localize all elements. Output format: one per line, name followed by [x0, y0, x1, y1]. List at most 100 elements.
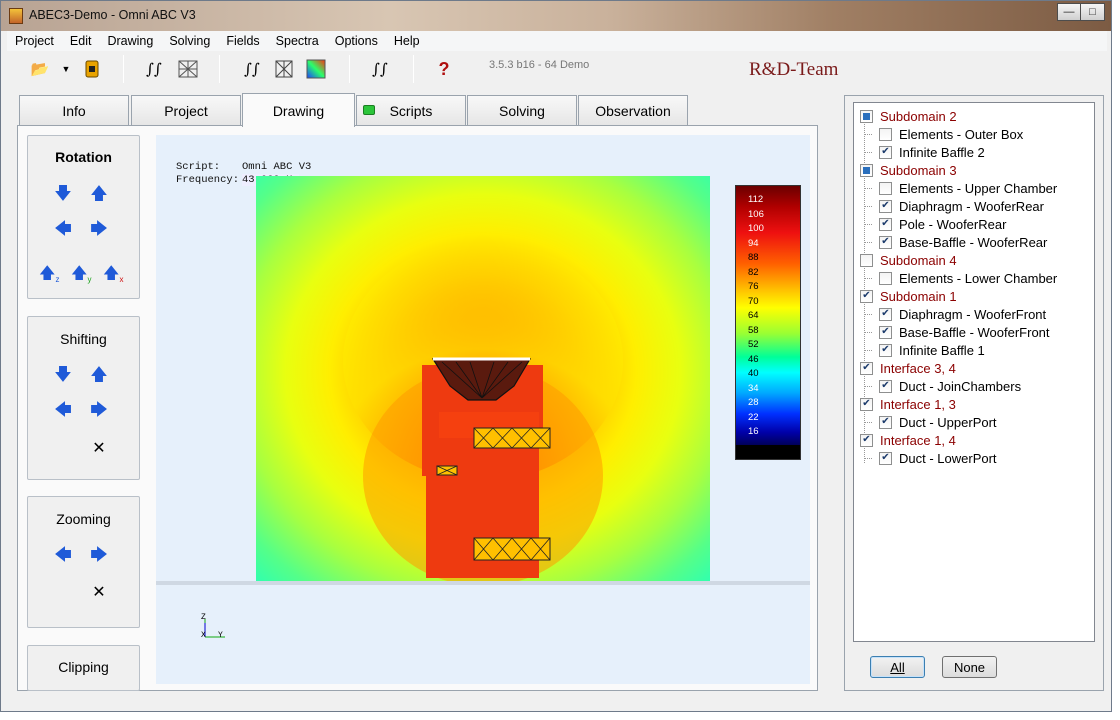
- solve-integral-icon[interactable]: ∫∫: [143, 58, 165, 80]
- color-scale-legend: 112 106 100 94 88 82 76 70 64 58 52 46 4…: [735, 185, 801, 460]
- shift-right-icon[interactable]: 🡆: [90, 400, 108, 420]
- shift-reset-icon[interactable]: ✕: [90, 439, 108, 457]
- open-folder-icon[interactable]: 📂: [29, 58, 51, 80]
- menu-fields[interactable]: Fields: [218, 34, 267, 48]
- tree-group-item[interactable]: ✔ Interface 3, 4: [860, 359, 956, 377]
- menu-project[interactable]: Project: [7, 34, 62, 48]
- tree-group-item[interactable]: ✔ Subdomain 1: [860, 287, 957, 305]
- tree-checkbox[interactable]: ✔: [879, 415, 892, 429]
- dropdown-arrow-icon[interactable]: ▼: [55, 58, 77, 80]
- menu-help[interactable]: Help: [386, 34, 428, 48]
- shift-down-icon[interactable]: 🡇: [54, 365, 72, 385]
- menu-options[interactable]: Options: [327, 34, 386, 48]
- tree-child-item[interactable]: ✔ Base-Baffle - WooferFront: [864, 323, 1050, 341]
- tab-scripts[interactable]: Scripts: [356, 95, 466, 125]
- rotate-up-icon[interactable]: 🡅: [90, 184, 108, 204]
- menu-drawing[interactable]: Drawing: [99, 34, 161, 48]
- tree-child-item[interactable]: ✔ Duct - JoinChambers: [864, 377, 1021, 395]
- scale-tick: 40: [748, 368, 759, 379]
- tab-info[interactable]: Info: [19, 95, 129, 125]
- tree-checkbox[interactable]: [879, 271, 892, 285]
- tree-child-item[interactable]: Elements - Outer Box: [864, 125, 1023, 143]
- zoom-in-icon[interactable]: 🡆: [90, 545, 108, 565]
- tree-checkbox[interactable]: ✔: [879, 235, 892, 249]
- tree-checkbox[interactable]: ✔: [860, 361, 873, 375]
- rotate-x-icon[interactable]: 🡅x: [103, 262, 127, 284]
- rotate-right-icon[interactable]: 🡆: [90, 219, 108, 239]
- minimize-button[interactable]: —: [1057, 3, 1081, 21]
- tree-child-item[interactable]: ✔ Base-Baffle - WooferRear: [864, 233, 1047, 251]
- title-bar[interactable]: ABEC3-Demo - Omni ABC V3 — □: [1, 1, 1111, 31]
- mesh-icon[interactable]: [177, 58, 199, 80]
- help-question-icon[interactable]: ?: [433, 58, 455, 80]
- tree-checkbox[interactable]: ✔: [879, 325, 892, 339]
- rotate-down-icon[interactable]: 🡇: [54, 184, 72, 204]
- tree-checkbox[interactable]: ✔: [879, 307, 892, 321]
- tree-group-item[interactable]: ✔ Interface 1, 4: [860, 431, 956, 449]
- observation-integral-icon[interactable]: ∫∫: [369, 58, 391, 80]
- tree-checkbox[interactable]: ✔: [879, 343, 892, 357]
- tree-child-item[interactable]: ✔ Infinite Baffle 2: [864, 143, 985, 161]
- tree-checkbox[interactable]: [860, 109, 873, 123]
- rotate-y-icon[interactable]: 🡅y: [71, 262, 95, 284]
- tree-item-label: Subdomain 3: [880, 162, 957, 178]
- zooming-group: Zooming 🡄 🡆 ✕: [27, 496, 140, 628]
- zoom-reset-icon[interactable]: ✕: [90, 583, 108, 601]
- grid-icon[interactable]: [273, 58, 295, 80]
- tree-child-item[interactable]: ✔ Infinite Baffle 1: [864, 341, 985, 359]
- spectra-integral-icon[interactable]: ∫∫: [241, 58, 263, 80]
- tree-child-item[interactable]: ✔ Duct - LowerPort: [864, 449, 997, 467]
- object-tree-panel: Subdomain 2 Elements - Outer Box ✔ Infinite…: [844, 95, 1104, 691]
- tab-solving[interactable]: Solving: [467, 95, 577, 125]
- tree-child-item[interactable]: ✔ Diaphragm - WooferRear: [864, 197, 1044, 215]
- save-project-icon[interactable]: [81, 58, 103, 80]
- select-none-button[interactable]: None: [942, 656, 997, 678]
- tree-checkbox[interactable]: ✔: [879, 199, 892, 213]
- tree-child-item[interactable]: ✔ Pole - WooferRear: [864, 215, 1006, 233]
- tree-child-item[interactable]: Elements - Upper Chamber: [864, 179, 1057, 197]
- object-tree[interactable]: Subdomain 2 Elements - Outer Box ✔ Infinite…: [853, 102, 1095, 642]
- tab-label: Observation: [595, 102, 671, 119]
- menu-solving[interactable]: Solving: [161, 34, 218, 48]
- scale-tick: 16: [748, 426, 759, 437]
- tree-checkbox[interactable]: ✔: [860, 397, 873, 411]
- maximize-button[interactable]: □: [1081, 3, 1105, 21]
- field-viewport[interactable]: Script: Omni ABC V3 Frequency: 43.089 Hz: [156, 135, 810, 684]
- tree-checkbox[interactable]: [879, 127, 892, 141]
- tree-group-item[interactable]: ✔ Interface 1, 3: [860, 395, 956, 413]
- tree-group-item[interactable]: Subdomain 4: [860, 251, 957, 269]
- tab-observation[interactable]: Observation: [578, 95, 688, 125]
- tree-checkbox[interactable]: ✔: [879, 379, 892, 393]
- script-label: Script:: [176, 161, 221, 173]
- menu-spectra[interactable]: Spectra: [268, 34, 327, 48]
- tree-child-item[interactable]: ✔ Diaphragm - WooferFront: [864, 305, 1046, 323]
- tree-child-item[interactable]: Elements - Lower Chamber: [864, 269, 1057, 287]
- tree-checkbox[interactable]: ✔: [879, 217, 892, 231]
- shift-left-icon[interactable]: 🡄: [54, 400, 72, 420]
- tree-checkbox[interactable]: ✔: [860, 289, 873, 303]
- tree-group-item[interactable]: Subdomain 2: [860, 107, 957, 125]
- tree-checkbox[interactable]: [879, 181, 892, 195]
- field-colormap-icon[interactable]: [305, 58, 327, 80]
- axis-triad: Z X Y: [201, 613, 231, 646]
- tree-checkbox[interactable]: [860, 253, 873, 267]
- select-all-label: All: [890, 659, 905, 675]
- tab-drawing[interactable]: Drawing: [242, 93, 355, 127]
- toolbar-separator: [413, 55, 414, 83]
- menu-edit[interactable]: Edit: [62, 34, 100, 48]
- tab-project[interactable]: Project: [131, 95, 241, 125]
- minimize-icon: —: [1063, 6, 1075, 18]
- rotate-left-icon[interactable]: 🡄: [54, 219, 72, 239]
- shift-up-icon[interactable]: 🡅: [90, 365, 108, 385]
- tree-checkbox[interactable]: ✔: [860, 433, 873, 447]
- zoom-out-icon[interactable]: 🡄: [54, 545, 72, 565]
- rotate-z-icon[interactable]: 🡅z: [39, 262, 63, 284]
- tree-child-item[interactable]: ✔ Duct - UpperPort: [864, 413, 997, 431]
- tree-checkbox[interactable]: ✔: [879, 145, 892, 159]
- join-duct: [436, 465, 458, 476]
- tree-group-item[interactable]: Subdomain 3: [860, 161, 957, 179]
- tab-label: Info: [62, 102, 86, 119]
- tree-checkbox[interactable]: [860, 163, 873, 177]
- tree-checkbox[interactable]: ✔: [879, 451, 892, 465]
- select-all-button[interactable]: All: [870, 656, 925, 678]
